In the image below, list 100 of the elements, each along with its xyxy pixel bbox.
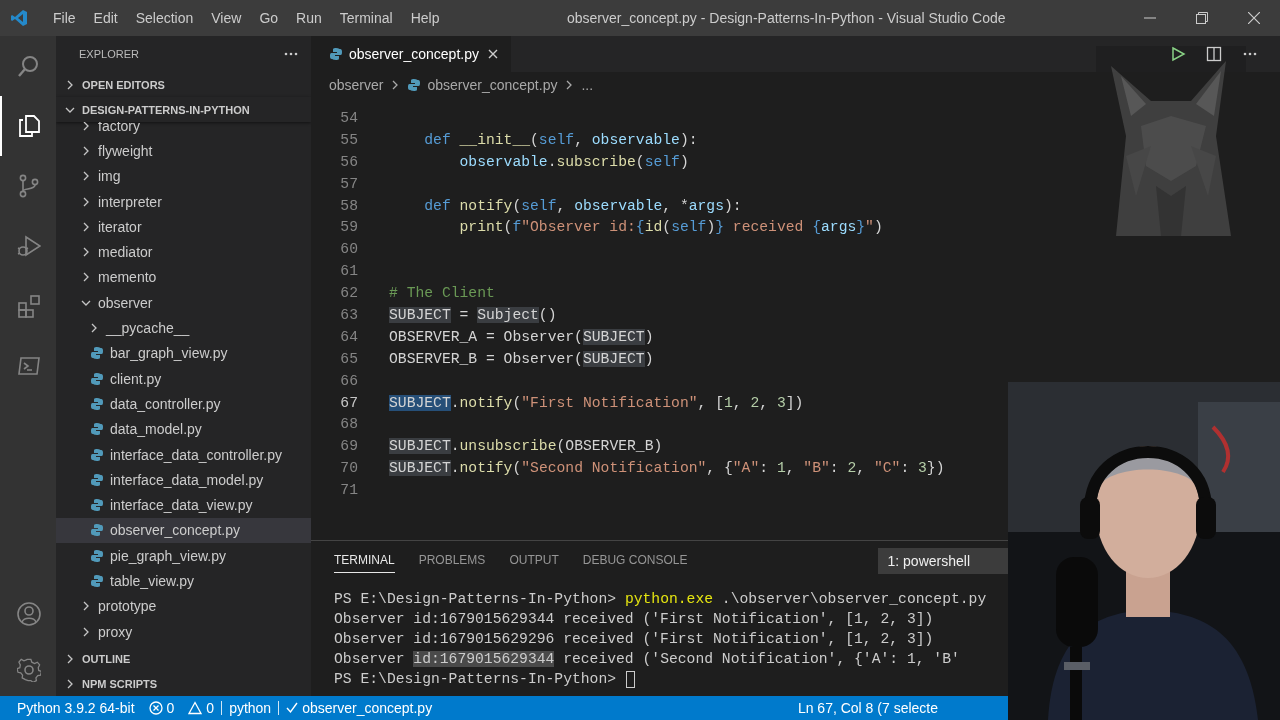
breadcrumb[interactable]: observer_concept.py (427, 77, 558, 93)
code-line: print(f"Observer id:{id(self)} received {args}") (458, 218, 883, 238)
line-number: 61 (339, 262, 359, 282)
file-icon (90, 574, 104, 588)
line-number: 63 (339, 306, 359, 325)
restore-icon[interactable] (1196, 12, 1208, 24)
run-icon[interactable] (1170, 46, 1186, 62)
folder-entry[interactable]: iterator (98, 218, 142, 235)
code-line: SUBJECT.unsubscribe(OBSERVER_B) (389, 437, 663, 457)
account-icon[interactable] (17, 602, 41, 626)
menu-item[interactable]: Run (287, 10, 331, 26)
error-icon (148, 701, 163, 715)
terminal-dropdown[interactable]: 1: powershell (877, 548, 1010, 574)
menu-item[interactable]: Help (401, 10, 449, 26)
tree-entry[interactable]: data_model.py (110, 421, 202, 438)
file-icon (90, 371, 104, 386)
section-title: NPM SCRIPTS (82, 677, 158, 690)
line-number: 68 (339, 415, 359, 435)
status-item[interactable]: observer_concept.py (302, 700, 433, 716)
code-line: SUBJECT = Subject() (389, 306, 557, 326)
menu-item[interactable]: Terminal (330, 10, 402, 26)
file-icon (407, 78, 422, 92)
file-icon (90, 396, 104, 411)
line-number: 60 (339, 240, 359, 260)
tree-entry[interactable]: client.py (110, 370, 162, 387)
code-line: OBSERVER_B = Observer(SUBJECT) (389, 349, 654, 369)
folder-entry[interactable]: observer (98, 294, 153, 311)
tree-entry[interactable]: interface_data_model.py (110, 471, 264, 488)
code-line: SUBJECT.notify("Second Notification", {"A": 1, "B": 2, "C": 3}) (389, 459, 945, 479)
status-item[interactable]: 0 (206, 700, 215, 716)
tree-entry[interactable]: data_controller.py (110, 395, 221, 412)
code-line: # The Client (389, 284, 495, 304)
folder-entry[interactable]: __pycache__ (106, 320, 190, 336)
line-number: 59 (339, 218, 359, 238)
search-icon[interactable] (17, 54, 41, 78)
folder-entry[interactable]: img (98, 168, 121, 185)
file-icon (90, 346, 104, 361)
file-icon (90, 422, 104, 437)
app-logo-icon (10, 9, 28, 27)
folder-entry[interactable]: prototype (98, 598, 157, 615)
settings-icon[interactable] (17, 658, 41, 682)
status-item[interactable]: python (229, 700, 272, 716)
terminal-line: PS E:\Design-Patterns-In-Python> python.exe .\observer\observer_concept.py (334, 590, 987, 609)
section-title: OUTLINE (82, 652, 131, 665)
menu-item[interactable]: Edit (84, 10, 127, 26)
terminal-icon[interactable] (17, 354, 41, 378)
menu-item[interactable]: Go (250, 10, 288, 26)
line-number: 65 (339, 349, 359, 369)
line-number: 57 (339, 174, 359, 194)
code-line: def notify(self, observable, *args): (423, 196, 742, 216)
tree-entry[interactable]: table_view.py (110, 573, 195, 589)
tree-entry[interactable]: bar_graph_view.py (110, 345, 228, 362)
breadcrumb[interactable]: ... (581, 77, 594, 93)
code-line: def __init__(self, observable): (423, 130, 698, 150)
breadcrumb[interactable]: observer (329, 77, 384, 93)
menu-item[interactable]: Selection (126, 10, 203, 26)
editor-tab[interactable]: observer_concept.py (311, 36, 511, 72)
panel-tab[interactable]: OUTPUT (509, 549, 559, 573)
line-number: 55 (339, 130, 359, 150)
status-item[interactable]: Ln 67, Col 8 (7 selecte (797, 700, 938, 716)
folder-entry[interactable]: proxy (98, 623, 133, 640)
section-title: DESIGN-PATTERNS-IN-PYTHON (82, 103, 250, 116)
panel-tab[interactable]: DEBUG CONSOLE (582, 549, 688, 573)
line-number: 54 (339, 109, 359, 128)
tree-entry[interactable]: interface_data_controller.py (110, 446, 282, 463)
folder-entry[interactable]: flyweight (98, 142, 153, 159)
terminal-line: Observer id:1679015629296 received ('First Notification', [1, 2, 3]) (334, 630, 934, 649)
files-icon[interactable] (17, 114, 41, 138)
code-line: OBSERVER_A = Observer(SUBJECT) (389, 327, 654, 347)
panel-tab[interactable]: TERMINAL (334, 549, 395, 573)
code-line: observable.subscribe(self) (458, 152, 689, 172)
menu-item[interactable]: File (44, 10, 85, 26)
split-editor-icon[interactable] (1206, 46, 1222, 62)
tree-entry[interactable]: pie_graph_view.py (110, 547, 226, 564)
source-control-icon[interactable] (17, 174, 41, 198)
line-number: 70 (339, 459, 359, 479)
status-item[interactable]: Python 3.9.2 64-bit (17, 700, 135, 716)
terminal-line: Observer id:1679015629344 received ('Second Notification', {'A': 1, 'B' (334, 650, 960, 669)
sidebar-title: EXPLORER (79, 48, 139, 60)
status-item[interactable]: 0 (166, 700, 175, 716)
line-number: 56 (339, 152, 359, 172)
file-icon (90, 548, 104, 563)
close-icon[interactable] (1248, 12, 1260, 24)
file-icon (90, 472, 104, 487)
folder-entry[interactable]: interpreter (98, 193, 162, 210)
menu-item[interactable]: View (202, 10, 251, 26)
file-icon (329, 47, 343, 61)
run-debug-icon[interactable] (17, 234, 41, 258)
section-title: OPEN EDITORS (82, 78, 165, 91)
tree-entry[interactable]: interface_data_view.py (110, 497, 253, 514)
line-number: 66 (339, 371, 359, 391)
terminal-line: PS E:\Design-Patterns-In-Python> (334, 670, 618, 689)
extensions-icon[interactable] (17, 294, 41, 318)
line-number: 71 (339, 481, 359, 501)
folder-entry[interactable]: memento (98, 269, 157, 286)
folder-entry[interactable]: mediator (98, 244, 153, 261)
panel-tab[interactable]: PROBLEMS (418, 549, 486, 573)
line-number: 64 (339, 327, 359, 347)
line-number: 69 (339, 437, 359, 457)
line-number: 67 (339, 393, 359, 413)
